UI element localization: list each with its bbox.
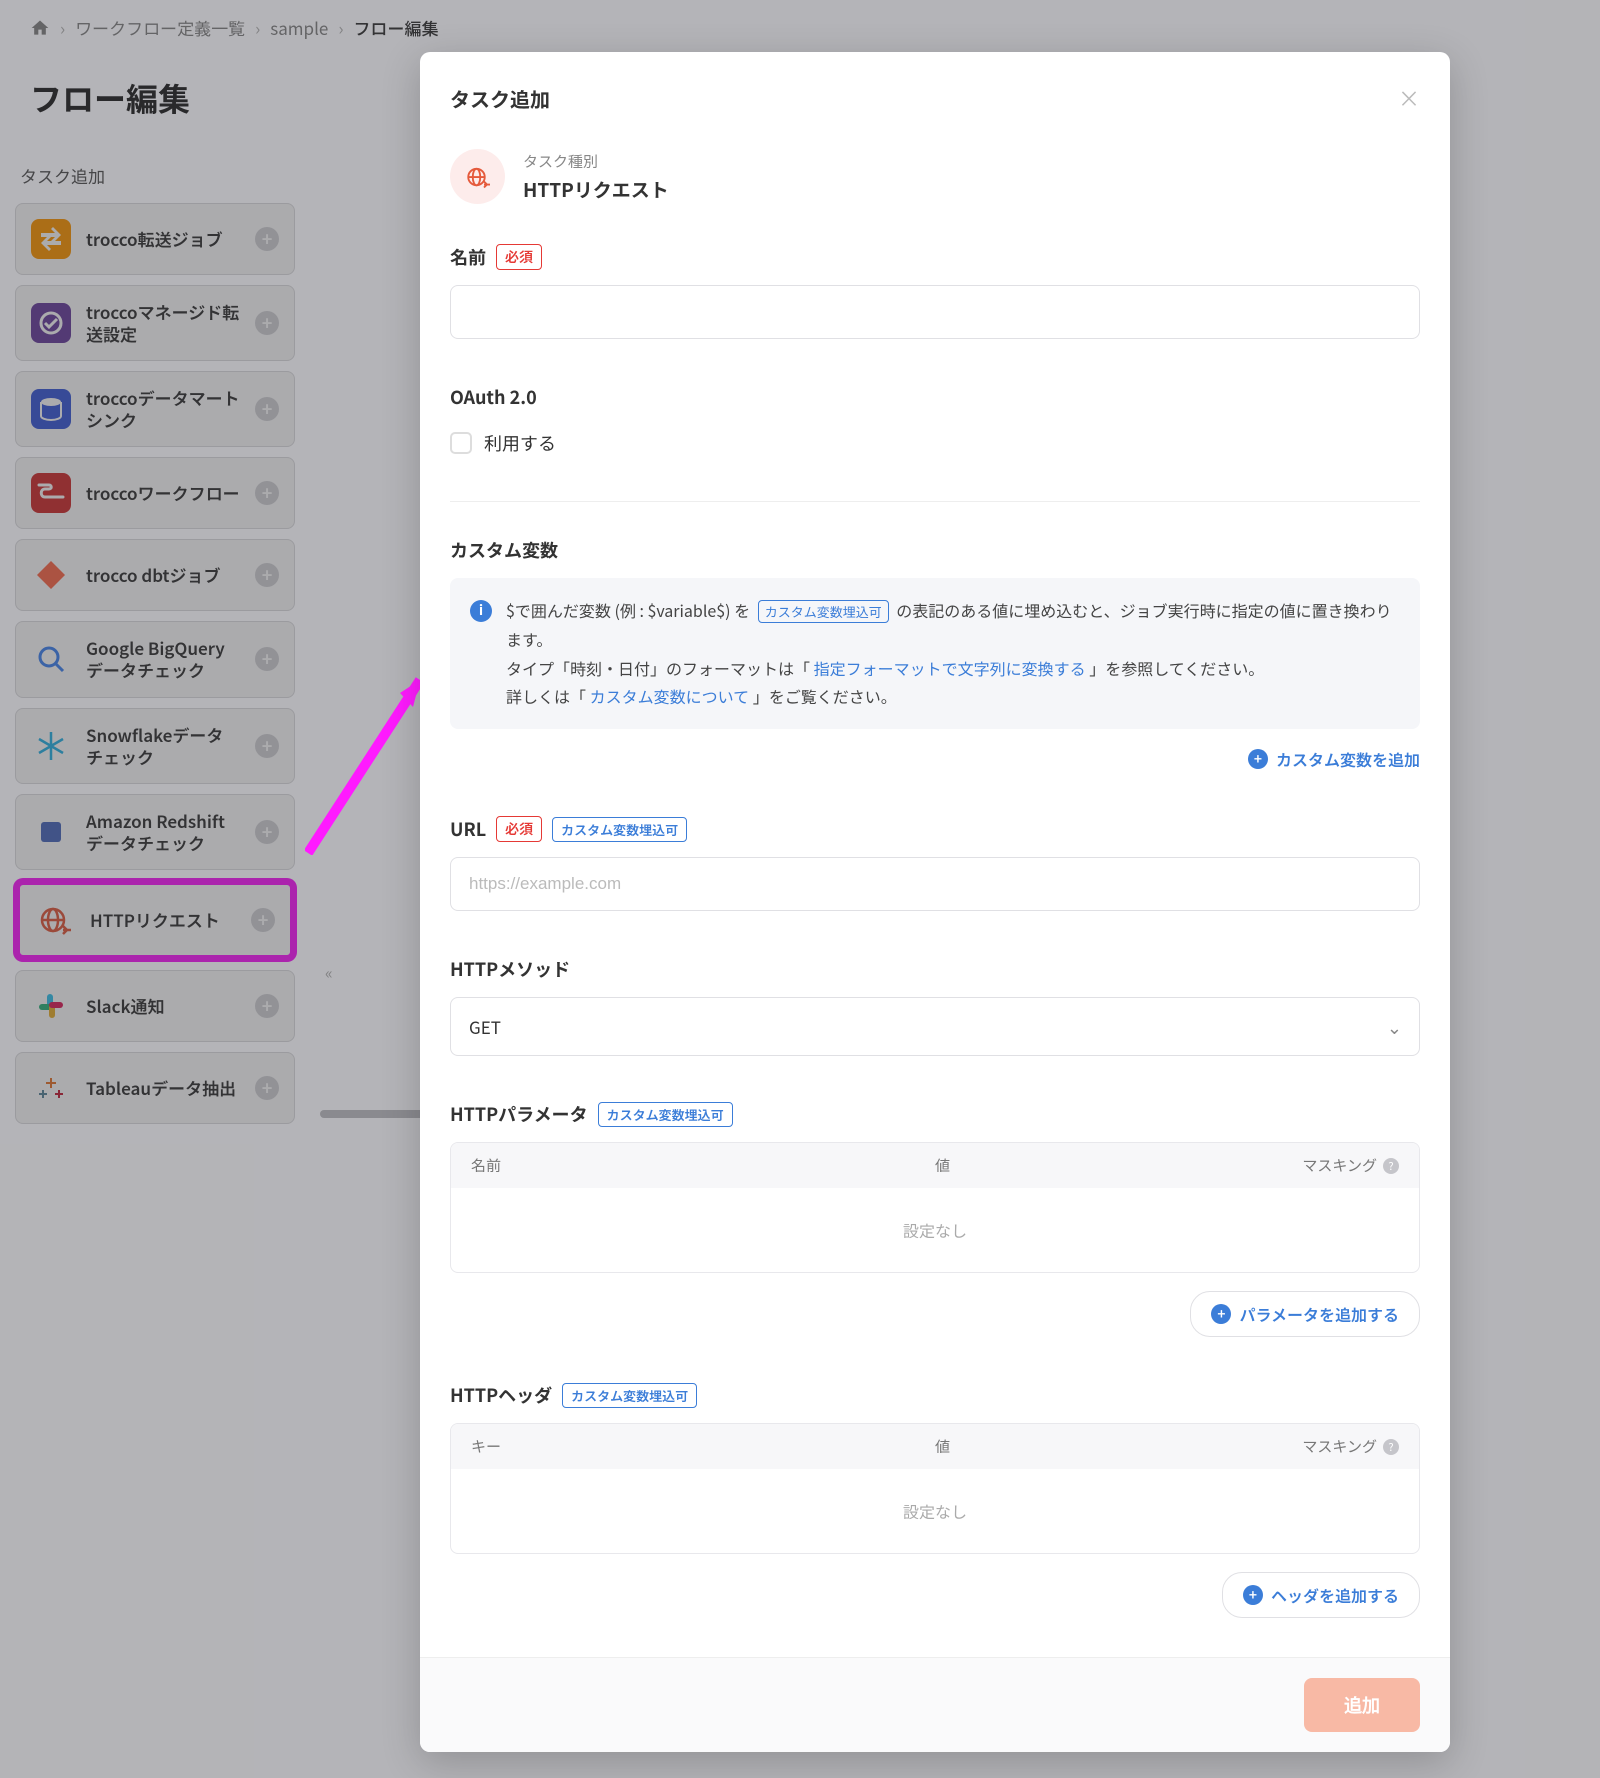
task-type-row: タスク種別 HTTPリクエスト (450, 149, 1420, 204)
http-method-select[interactable]: GET (450, 997, 1420, 1056)
http-params-label: HTTPパラメータ (450, 1101, 588, 1127)
col-key: キー (471, 1436, 935, 1457)
oauth-label: OAuth 2.0 (450, 384, 537, 410)
plus-icon: + (1211, 1304, 1231, 1324)
custom-var-label: カスタム変数 (450, 537, 558, 563)
oauth-checkbox-label: 利用する (484, 430, 556, 456)
plus-icon: + (1248, 749, 1268, 769)
var-badge: カスタム変数埋込可 (552, 817, 687, 842)
http-icon (450, 149, 505, 204)
name-label: 名前 (450, 244, 486, 270)
var-badge: カスタム変数埋込可 (758, 600, 889, 623)
add-custom-var-button[interactable]: + カスタム変数を追加 (1248, 747, 1420, 771)
task-type-label: タスク種別 (523, 151, 669, 172)
info-icon: i (470, 600, 492, 622)
add-param-button[interactable]: + パラメータを追加する (1190, 1291, 1420, 1337)
close-icon[interactable]: × (1398, 82, 1420, 114)
headers-empty: 設定なし (451, 1469, 1419, 1553)
add-task-modal: タスク追加 × タスク種別 HTTPリクエスト 名前 必須 OAuth 2.0 (420, 52, 1450, 1752)
headers-table: キー 値 マスキング? 設定なし (450, 1423, 1420, 1554)
info-box: i $で囲んだ変数 (例 : $variable$) を カスタム変数埋込可 の… (450, 578, 1420, 729)
http-method-label: HTTPメソッド (450, 956, 570, 982)
submit-button[interactable]: 追加 (1304, 1678, 1420, 1732)
help-icon[interactable]: ? (1383, 1439, 1399, 1455)
col-mask: マスキング (1302, 1436, 1377, 1457)
oauth-checkbox[interactable] (450, 432, 472, 454)
plus-icon: + (1243, 1585, 1263, 1605)
help-icon[interactable]: ? (1383, 1158, 1399, 1174)
name-input[interactable] (450, 285, 1420, 339)
var-badge: カスタム変数埋込可 (598, 1102, 733, 1127)
col-name: 名前 (471, 1155, 935, 1176)
col-value: 値 (935, 1155, 1232, 1176)
url-input[interactable] (450, 857, 1420, 911)
url-label: URL (450, 816, 486, 842)
custom-var-link[interactable]: カスタム変数について (590, 684, 750, 708)
required-badge: 必須 (496, 816, 542, 842)
params-empty: 設定なし (451, 1188, 1419, 1272)
required-badge: 必須 (496, 244, 542, 270)
col-value: 値 (935, 1436, 1232, 1457)
divider (450, 501, 1420, 502)
col-mask: マスキング (1302, 1155, 1377, 1176)
http-headers-label: HTTPヘッダ (450, 1382, 552, 1408)
params-table: 名前 値 マスキング? 設定なし (450, 1142, 1420, 1273)
format-link[interactable]: 指定フォーマットで文字列に変換する (814, 656, 1086, 680)
var-badge: カスタム変数埋込可 (562, 1383, 697, 1408)
modal-title: タスク追加 (450, 84, 550, 113)
add-header-button[interactable]: + ヘッダを追加する (1222, 1572, 1420, 1618)
task-type-value: HTTPリクエスト (523, 176, 669, 203)
